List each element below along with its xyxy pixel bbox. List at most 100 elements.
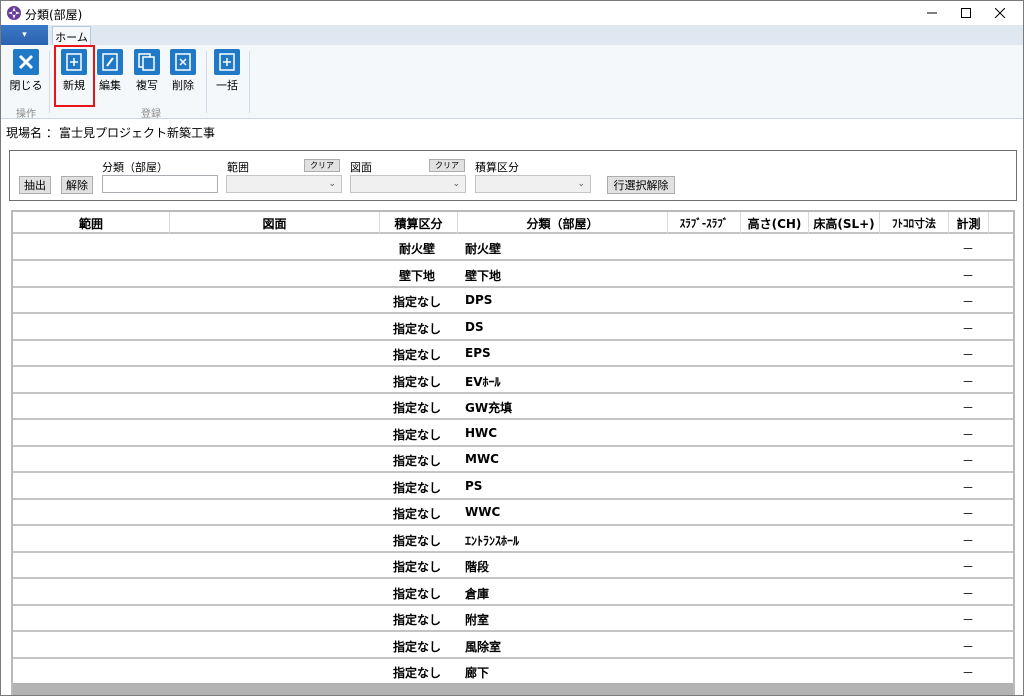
- grid-footer-area: [13, 683, 1013, 695]
- ribbon: 閉じる 操作 新規 編集 複写 削除 一括 登録: [1, 45, 1023, 120]
- cell-estimate-category: 指定なし: [392, 639, 441, 654]
- delete-button-label: 削除: [172, 79, 194, 92]
- minimize-icon: [927, 12, 937, 14]
- release-button[interactable]: 解除: [61, 176, 93, 194]
- row-selection-release-button[interactable]: 行選択解除: [607, 176, 675, 194]
- close-window-button[interactable]: [983, 1, 1017, 25]
- app-logo-icon: [7, 6, 21, 20]
- window-title: 分類(部屋): [25, 8, 83, 22]
- cell-measure: －: [961, 586, 974, 601]
- table-row[interactable]: 指定なし DPS －: [13, 289, 1013, 314]
- drawing-clear-button[interactable]: クリア: [429, 159, 465, 172]
- table-row[interactable]: 指定なし EPS －: [13, 342, 1013, 367]
- cell-estimate-category: 指定なし: [392, 295, 441, 309]
- cell-measure: －: [961, 268, 974, 283]
- cell-estimate-category: 指定なし: [392, 560, 441, 574]
- drawing-select[interactable]: ⌄: [350, 175, 466, 193]
- table-row[interactable]: 指定なし GW充填 －: [13, 395, 1013, 420]
- class-filter-input[interactable]: [102, 175, 218, 193]
- column-header-range[interactable]: 範囲: [13, 212, 170, 234]
- cell-measure: －: [961, 242, 974, 256]
- table-row[interactable]: 指定なし 廊下 －: [13, 660, 1013, 685]
- cell-measure: －: [961, 295, 974, 309]
- site-name-value: 富士見プロジェクト新築工事: [59, 126, 216, 140]
- close-button-label: 閉じる: [9, 79, 43, 92]
- cell-measure: －: [961, 321, 974, 336]
- range-select[interactable]: ⌄: [226, 175, 342, 193]
- column-header-ceiling-space[interactable]: ﾌﾄｺﾛ寸法: [880, 212, 949, 234]
- table-row[interactable]: 耐火壁 耐火壁 －: [13, 236, 1013, 261]
- site-name-row: 現場名 ： 富士見プロジェクト新築工事: [1, 120, 1023, 142]
- table-row[interactable]: 指定なし PS －: [13, 474, 1013, 500]
- cell-classification: 耐火壁: [465, 242, 502, 256]
- table-row[interactable]: 指定なし 附室 －: [13, 607, 1013, 632]
- cell-classification: WWC: [465, 505, 501, 519]
- column-header-measure[interactable]: 計測: [949, 212, 989, 234]
- cell-measure: －: [961, 427, 974, 442]
- cell-classification: ｴﾝﾄﾗﾝｽﾎｰﾙ: [465, 533, 520, 548]
- column-header-slab[interactable]: ｽﾗﾌﾞ-ｽﾗﾌﾞ: [668, 212, 741, 234]
- tab-home[interactable]: ホーム: [52, 26, 91, 46]
- cell-estimate-category: 壁下地: [398, 268, 435, 283]
- cell-classification: MWC: [465, 452, 499, 466]
- table-row[interactable]: 指定なし 階段 －: [13, 554, 1013, 579]
- maximize-button[interactable]: [949, 1, 983, 25]
- column-header-height[interactable]: 高さ(CH): [741, 212, 809, 234]
- column-header-floor-height[interactable]: 床高(SL+): [809, 212, 880, 234]
- cell-estimate-category: 指定なし: [392, 507, 441, 521]
- cell-measure: －: [961, 480, 974, 495]
- cell-estimate-category: 指定なし: [392, 533, 441, 548]
- copy-document-icon: [134, 49, 160, 75]
- chevron-down-icon: ⌄: [577, 179, 585, 189]
- table-row[interactable]: 壁下地 壁下地 －: [13, 262, 1013, 288]
- cell-measure: －: [961, 613, 974, 627]
- chevron-down-icon: ⌄: [452, 179, 460, 189]
- delete-document-icon: [170, 49, 196, 75]
- title-bar: 分類(部屋): [1, 1, 1023, 25]
- filter-panel: 抽出 解除 分類（部屋） 範囲 クリア ⌄ 図面 クリア ⌄ 積算区分 ⌄ 行選…: [9, 150, 1017, 201]
- bulk-button-label: 一括: [216, 79, 238, 92]
- cell-estimate-category: 指定なし: [392, 427, 441, 442]
- table-row[interactable]: 指定なし MWC －: [13, 448, 1013, 473]
- close-button[interactable]: 閉じる: [8, 49, 44, 95]
- column-header-class[interactable]: 分類（部屋）: [458, 212, 668, 234]
- table-row[interactable]: 指定なし DS －: [13, 315, 1013, 341]
- column-header-drawing[interactable]: 図面: [170, 212, 380, 234]
- cell-classification: DS: [465, 319, 484, 334]
- class-filter-label: 分類（部屋）: [102, 161, 168, 174]
- highlight-annotation: [54, 45, 95, 107]
- cell-classification: 廊下: [465, 666, 490, 680]
- cell-measure: －: [961, 401, 974, 415]
- cell-estimate-category: 指定なし: [392, 348, 441, 362]
- cell-measure: －: [961, 533, 974, 548]
- range-clear-button[interactable]: クリア: [304, 159, 340, 172]
- table-row[interactable]: 指定なし ｴﾝﾄﾗﾝｽﾎｰﾙ －: [13, 527, 1013, 553]
- column-header-estimate[interactable]: 積算区分: [380, 212, 458, 234]
- copy-button[interactable]: 複写: [129, 49, 165, 95]
- app-window: 分類(部屋) ▾ ホーム 閉じる 操作 新規 編集 複写 削除 一括 登録 現場…: [0, 0, 1024, 696]
- cell-estimate-category: 指定なし: [392, 586, 441, 601]
- table-row[interactable]: 指定なし HWC －: [13, 421, 1013, 447]
- cell-estimate-category: 指定なし: [392, 321, 441, 336]
- table-row[interactable]: 指定なし EVﾎｰﾙ －: [13, 368, 1013, 394]
- range-filter-label: 範囲: [227, 161, 249, 174]
- cell-measure: －: [961, 374, 974, 389]
- cell-estimate-category: 耐火壁: [398, 242, 435, 256]
- cell-classification: EVﾎｰﾙ: [465, 374, 501, 389]
- table-row[interactable]: 指定なし 倉庫 －: [13, 580, 1013, 606]
- cell-classification: GW充填: [465, 401, 513, 415]
- extract-button[interactable]: 抽出: [19, 176, 51, 194]
- delete-button[interactable]: 削除: [165, 49, 201, 95]
- edit-button[interactable]: 編集: [92, 49, 128, 95]
- cell-measure: －: [961, 639, 974, 654]
- minimize-button[interactable]: [915, 1, 949, 25]
- bulk-button[interactable]: 一括: [209, 49, 245, 95]
- table-row[interactable]: 指定なし WWC －: [13, 501, 1013, 526]
- chevron-down-icon: ⌄: [328, 179, 336, 189]
- edit-button-label: 編集: [99, 79, 121, 92]
- group-label-register: 登録: [141, 109, 161, 120]
- estimate-select[interactable]: ⌄: [475, 175, 591, 193]
- file-menu-tab[interactable]: ▾: [1, 25, 48, 45]
- table-row[interactable]: 指定なし 風除室 －: [13, 633, 1013, 659]
- site-name-label: 現場名 ：: [6, 126, 58, 140]
